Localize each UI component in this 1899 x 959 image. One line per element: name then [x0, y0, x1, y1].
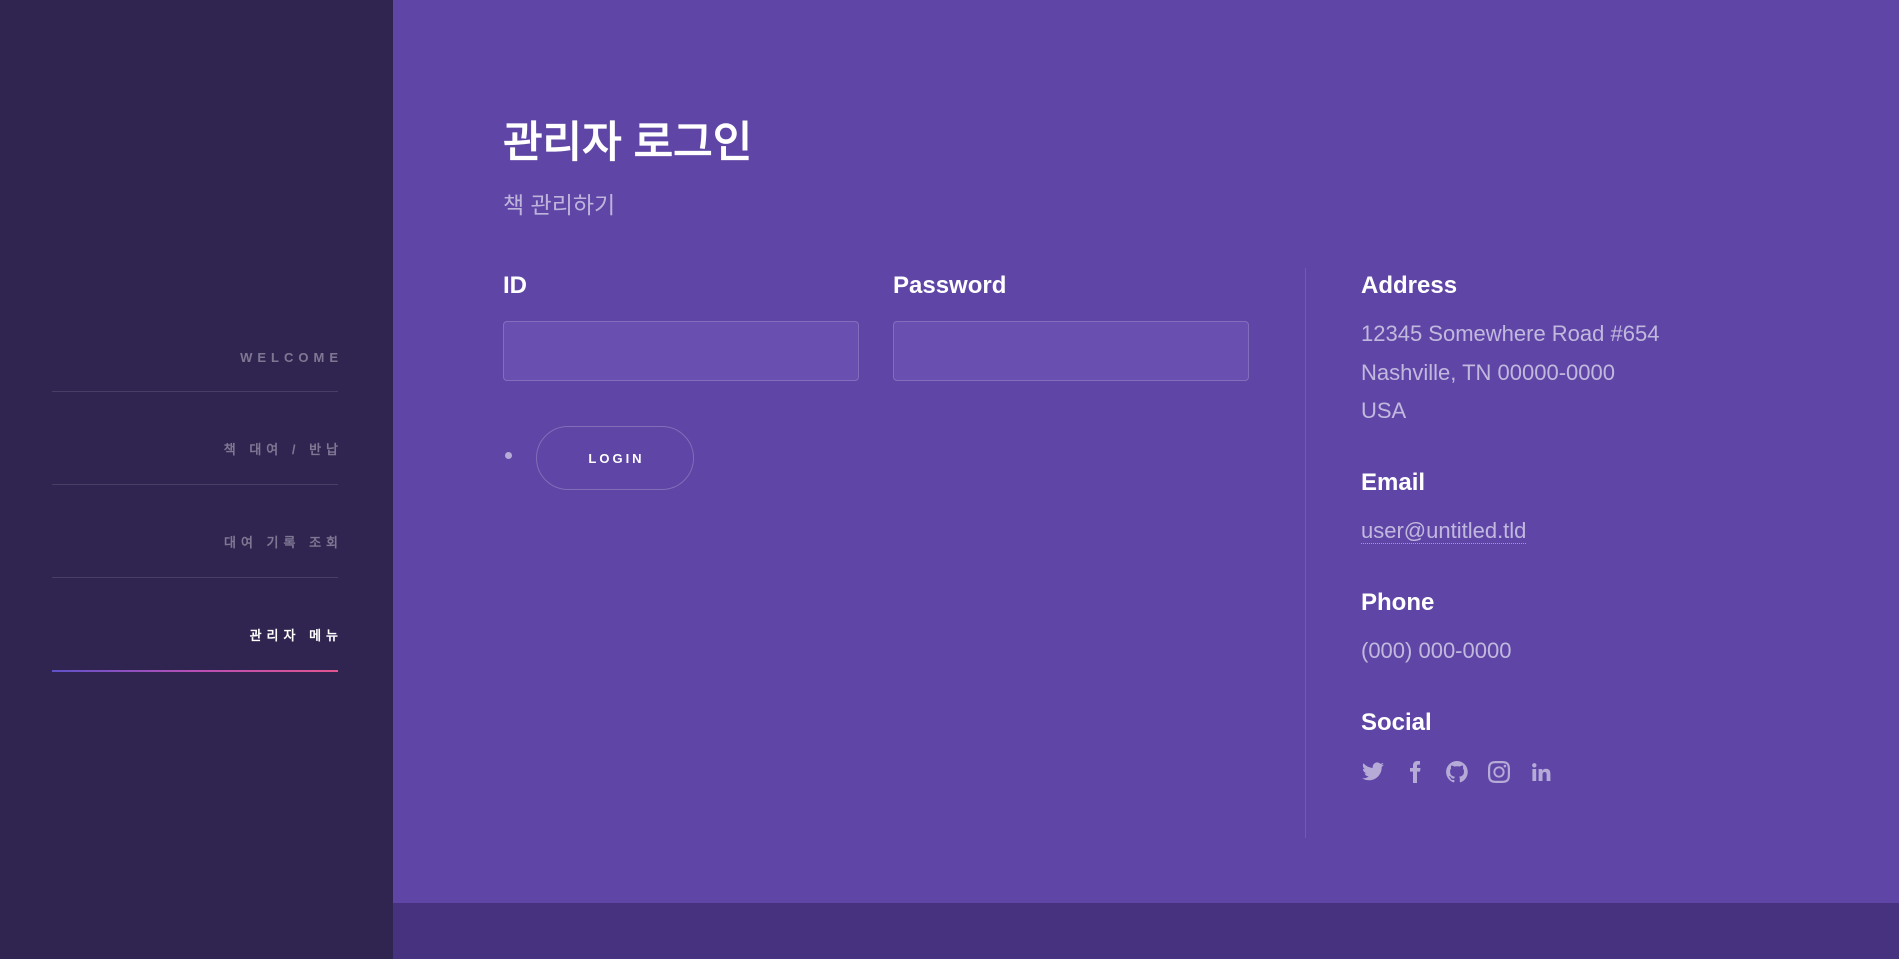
sidebar-item-admin-menu[interactable]: 관리자 메뉴 [52, 579, 338, 672]
password-input[interactable] [893, 321, 1249, 381]
address-heading: Address [1361, 272, 1458, 299]
page: WELCOME 책 대여 / 반납 대여 기록 조회 관리자 메뉴 관리자 로그… [0, 0, 1899, 959]
sidebar-item-label: 책 대여 / 반납 [223, 442, 343, 457]
vertical-divider [1305, 268, 1306, 838]
page-title: 관리자 로그인 [503, 119, 753, 167]
footer-band [393, 903, 1899, 959]
sidebar-item-label: 관리자 메뉴 [249, 628, 343, 643]
linkedin-icon[interactable] [1529, 760, 1553, 784]
social-links [1361, 760, 1553, 784]
sidebar-item-label: 대여 기록 조회 [224, 535, 343, 550]
address-line-3: USA [1361, 398, 1407, 423]
sidebar-item-rental-history[interactable]: 대여 기록 조회 [52, 486, 338, 578]
phone-heading: Phone [1361, 589, 1435, 616]
phone-value: (000) 000-0000 [1361, 638, 1512, 663]
email-line: user@untitled.tld [1361, 518, 1527, 544]
page-subtitle: 책 관리하기 [503, 192, 616, 218]
id-label: ID [503, 272, 527, 299]
bullet-dot [505, 452, 512, 459]
sidebar: WELCOME 책 대여 / 반납 대여 기록 조회 관리자 메뉴 [0, 0, 393, 959]
social-heading: Social [1361, 709, 1432, 736]
github-icon[interactable] [1445, 760, 1469, 784]
sidebar-item-label: WELCOME [240, 350, 343, 365]
sidebar-item-rent-return[interactable]: 책 대여 / 반납 [52, 393, 338, 485]
instagram-icon[interactable] [1487, 760, 1511, 784]
id-input[interactable] [503, 321, 859, 381]
twitter-icon[interactable] [1361, 760, 1385, 784]
sidebar-item-welcome[interactable]: WELCOME [52, 300, 338, 392]
address-line-1: 12345 Somewhere Road #654 [1361, 321, 1660, 346]
email-link[interactable]: user@untitled.tld [1361, 518, 1527, 544]
address-line-2: Nashville, TN 00000-0000 [1361, 360, 1615, 385]
sidebar-nav: WELCOME 책 대여 / 반납 대여 기록 조회 관리자 메뉴 [52, 300, 338, 672]
facebook-icon[interactable] [1403, 760, 1427, 784]
email-heading: Email [1361, 469, 1426, 496]
password-label: Password [893, 272, 1007, 299]
login-button[interactable]: LOGIN [536, 426, 694, 490]
